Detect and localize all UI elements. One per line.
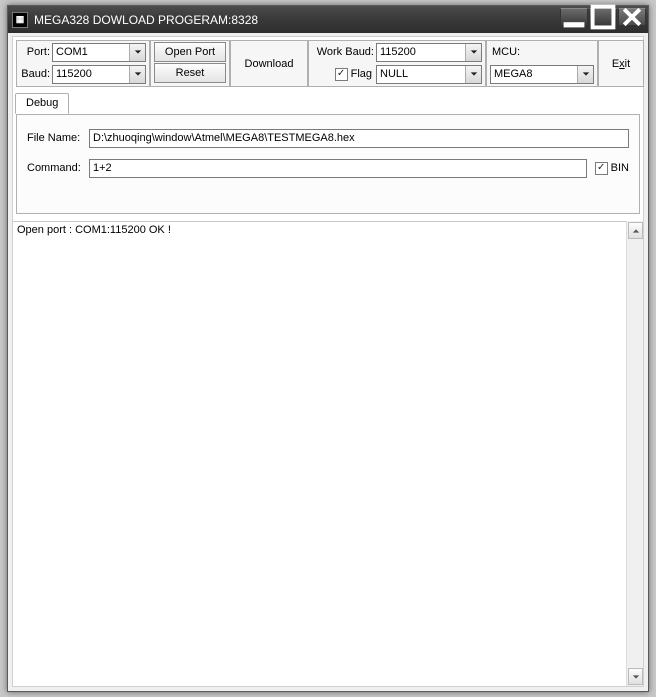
workbaud-label: Work Baud: <box>312 46 376 58</box>
output-text: Open port : COM1:115200 OK ! <box>17 224 171 236</box>
app-icon: ▦ <box>12 12 28 28</box>
mcu-value: MEGA8 <box>494 68 533 80</box>
filename-label: File Name: <box>27 132 89 144</box>
filename-input[interactable]: D:\zhuoqing\window\Atmel\MEGA8\TESTMEGA8… <box>89 129 629 148</box>
chevron-down-icon <box>465 66 481 83</box>
flag-label: Flag <box>351 68 372 80</box>
app-window: ▦ MEGA328 DOWLOAD PROGERAM:8328 Port: CO… <box>7 5 649 692</box>
command-input[interactable]: 1+2 <box>89 159 587 178</box>
port-value: COM1 <box>56 46 88 58</box>
chevron-down-icon <box>129 44 145 61</box>
tab-page: File Name: D:\zhuoqing\window\Atmel\MEGA… <box>16 114 640 214</box>
port-combo[interactable]: COM1 <box>52 43 146 62</box>
download-button[interactable]: Download <box>234 44 304 84</box>
exit-label: Exit <box>612 58 630 70</box>
close-button[interactable] <box>618 8 646 26</box>
connect-group: Open Port Reset <box>150 40 230 87</box>
bin-checkbox[interactable]: ✓ <box>595 162 608 175</box>
maximize-button[interactable] <box>589 8 617 26</box>
baud-value: 115200 <box>56 68 92 80</box>
flag-combo[interactable]: NULL <box>376 65 482 84</box>
exit-group: Exit <box>598 40 644 87</box>
baud-label: Baud: <box>20 68 52 80</box>
mcu-combo[interactable]: MEGA8 <box>490 65 594 84</box>
port-baud-group: Port: COM1 Baud: 115200 <box>16 40 150 87</box>
reset-button[interactable]: Reset <box>154 63 226 83</box>
port-label: Port: <box>20 46 52 58</box>
baud-combo[interactable]: 115200 <box>52 65 146 84</box>
workbaud-combo[interactable]: 115200 <box>376 43 482 62</box>
mcu-label: MCU: <box>492 46 522 58</box>
workbaud-value: 115200 <box>380 46 416 58</box>
open-port-button[interactable]: Open Port <box>154 42 226 62</box>
output-pane[interactable]: Open port : COM1:115200 OK ! <box>13 221 643 686</box>
chevron-down-icon <box>577 66 593 83</box>
client-area: Port: COM1 Baud: 115200 Open Port Reset … <box>12 36 644 687</box>
command-label: Command: <box>27 162 89 174</box>
exit-button[interactable]: Exit <box>599 42 643 86</box>
workbaud-group: Work Baud: 115200 ✓ Flag NULL <box>308 40 486 87</box>
flag-checkbox[interactable]: ✓ <box>335 68 348 81</box>
chevron-down-icon <box>465 44 481 61</box>
scroll-down-button[interactable] <box>628 668 643 685</box>
chevron-down-icon <box>129 66 145 83</box>
download-group: Download <box>230 40 308 87</box>
tab-panel: Debug File Name: D:\zhuoqing\window\Atme… <box>16 114 640 214</box>
mcu-group: MCU: MEGA8 <box>486 40 598 87</box>
scrollbar[interactable] <box>626 221 643 686</box>
scroll-up-button[interactable] <box>628 222 643 239</box>
title-bar[interactable]: ▦ MEGA328 DOWLOAD PROGERAM:8328 <box>8 6 648 33</box>
window-title: MEGA328 DOWLOAD PROGERAM:8328 <box>34 13 258 27</box>
tab-debug[interactable]: Debug <box>15 93 69 114</box>
flag-value: NULL <box>380 68 408 80</box>
minimize-button[interactable] <box>560 8 588 26</box>
bin-label: BIN <box>611 162 629 174</box>
